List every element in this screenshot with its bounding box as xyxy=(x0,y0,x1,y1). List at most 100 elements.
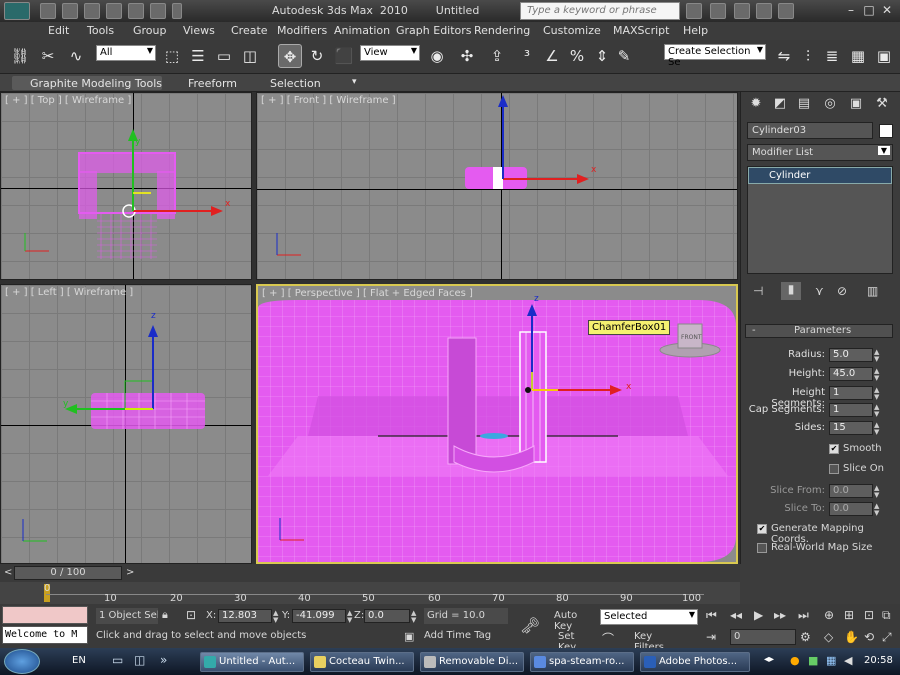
real-world-map-checkbox[interactable] xyxy=(757,543,767,553)
y-coordinate-field[interactable]: -41.099 ▲ ▼ xyxy=(292,609,352,624)
menu-group[interactable]: Group xyxy=(133,24,167,37)
make-unique-icon[interactable]: ⋎ xyxy=(815,284,824,298)
snaps-toggle-icon[interactable]: ³ xyxy=(515,44,539,68)
viewport-top[interactable]: x y [ + ] [ Top ] [ Wireframe ] xyxy=(0,92,252,280)
percent-snap-icon[interactable]: % xyxy=(565,44,589,68)
search-icon[interactable] xyxy=(686,3,702,19)
hold-icon[interactable] xyxy=(150,3,166,19)
play-icon[interactable]: ▶ xyxy=(754,608,763,622)
next-frame-icon[interactable]: ▸▸ xyxy=(774,608,786,622)
new-file-icon[interactable] xyxy=(40,3,56,19)
radius-spinner[interactable]: 5.0 ▲ ▼ xyxy=(829,348,879,363)
track-bar[interactable]: 0 10 20 30 40 50 60 70 80 90 100 xyxy=(0,582,740,604)
viewport-left[interactable]: y z [ + ] [ Left ] [ Wireframe ] xyxy=(0,284,252,564)
task-photoshop[interactable]: Adobe Photos... xyxy=(640,652,750,672)
height-segments-spinner[interactable]: 1 ▲ ▼ xyxy=(829,386,879,401)
viewport-label-front[interactable]: [ + ] [ Front ] [ Wireframe ] xyxy=(261,95,396,106)
angle-snap-icon[interactable]: ∠ xyxy=(540,44,564,68)
display-tab-icon[interactable]: ▣ xyxy=(845,96,867,116)
switch-windows-icon[interactable]: ◫ xyxy=(134,653,145,667)
menu-views[interactable]: Views xyxy=(183,24,215,37)
cap-segments-spinner[interactable]: 1 ▲ ▼ xyxy=(829,403,879,418)
task-cocteau-twins[interactable]: Cocteau Twin... xyxy=(310,652,414,672)
named-selection-set-dropdown[interactable]: Create Selection Se ▼ xyxy=(664,44,766,68)
sides-spinner[interactable]: 15 ▲ ▼ xyxy=(829,421,879,436)
menu-graph-editors[interactable]: Graph Editors xyxy=(396,24,472,37)
viewport-front[interactable]: x [ + ] [ Front ] [ Wireframe ] xyxy=(256,92,738,280)
task-removable-disk[interactable]: Removable Di... xyxy=(420,652,524,672)
subscription-icon[interactable] xyxy=(710,3,726,19)
show-desktop-icon[interactable]: ▭ xyxy=(112,653,123,667)
select-and-rotate-icon[interactable]: ↻ xyxy=(305,44,329,68)
render-setup-icon[interactable]: ▣ xyxy=(872,44,896,68)
maximize-viewport-icon[interactable]: ⤢ xyxy=(882,630,892,645)
minimize-icon[interactable]: – xyxy=(842,2,860,19)
x-coordinate-field[interactable]: 12.803 ▲ ▼ xyxy=(218,609,278,624)
undo-icon[interactable] xyxy=(106,3,122,19)
key-filters-button[interactable]: Key Filters... xyxy=(624,629,698,653)
modifier-stack[interactable]: Cylinder xyxy=(747,166,893,274)
task-3dsmax[interactable]: Untitled - Aut... xyxy=(200,652,304,672)
zoom-all-icon[interactable]: ⊞ xyxy=(844,608,854,622)
keyboard-shortcut-override-icon[interactable]: ⇪ xyxy=(485,44,509,68)
redo-icon[interactable] xyxy=(128,3,144,19)
spinner-snap-icon[interactable]: ⇕ xyxy=(590,44,614,68)
menu-create[interactable]: Create xyxy=(231,24,268,37)
time-configuration-icon[interactable]: ⚙ xyxy=(800,630,811,644)
viewport-label-perspective[interactable]: [ + ] [ Perspective ] [ Flat + Edged Fac… xyxy=(262,288,473,299)
pivot-center-icon[interactable]: ◉ xyxy=(425,44,449,68)
selection-lock-icon[interactable]: 🔒︎ xyxy=(162,608,168,622)
help-icon[interactable] xyxy=(778,3,794,19)
tray-arrows-icon[interactable]: ◂▸ xyxy=(764,654,774,665)
close-icon[interactable]: ✕ xyxy=(878,2,896,19)
select-manipulate-icon[interactable]: ✣ xyxy=(455,44,479,68)
quicklaunch-more-icon[interactable]: » xyxy=(160,653,167,667)
edit-named-selection-icon[interactable]: ✎ xyxy=(612,44,636,68)
menu-animation[interactable]: Animation xyxy=(334,24,390,37)
task-spa-steam[interactable]: spa-steam-ro... xyxy=(530,652,634,672)
open-file-icon[interactable] xyxy=(62,3,78,19)
hierarchy-tab-icon[interactable]: ▤ xyxy=(793,96,815,116)
maxscript-listener-pink[interactable] xyxy=(2,606,88,624)
zoom-extents-all-icon[interactable]: ⧉ xyxy=(882,608,891,623)
maxscript-listener[interactable]: Welcome to M xyxy=(2,626,88,644)
z-coordinate-field[interactable]: 0.0 ▲ ▼ xyxy=(364,609,416,624)
smooth-checkbox[interactable]: ✔ xyxy=(829,444,839,454)
pan-view-icon[interactable]: ✋ xyxy=(844,630,859,644)
graphite-toggle-icon[interactable]: ▦ xyxy=(846,44,870,68)
tray-network-icon[interactable]: ▦ xyxy=(826,654,836,667)
tray-volume-icon[interactable]: ◀ xyxy=(844,654,852,667)
slice-on-checkbox[interactable] xyxy=(829,464,839,474)
zoom-icon[interactable]: ⊕ xyxy=(824,608,834,622)
tray-icon-2[interactable]: ■ xyxy=(808,654,818,667)
utilities-tab-icon[interactable]: ⚒ xyxy=(871,96,893,116)
save-icon[interactable] xyxy=(84,3,100,19)
menu-customize[interactable]: Customize xyxy=(543,24,601,37)
modify-tab-icon[interactable]: ◩ xyxy=(769,96,791,116)
absolute-mode-icon[interactable]: ⊡ xyxy=(186,608,196,622)
tab-selection[interactable]: Selection xyxy=(270,77,321,90)
clock[interactable]: 20:58 xyxy=(864,655,893,666)
tray-firefox-icon[interactable]: ● xyxy=(790,654,800,667)
tab-freeform[interactable]: Freeform xyxy=(188,77,237,90)
language-indicator[interactable]: EN xyxy=(72,655,86,666)
default-tangents-icon[interactable]: ⌒ xyxy=(602,630,614,647)
set-key-button[interactable]: Set Key xyxy=(552,629,596,653)
viewport-label-left[interactable]: [ + ] [ Left ] [ Wireframe ] xyxy=(5,287,133,298)
pin-stack-icon[interactable]: ⊣ xyxy=(753,284,763,298)
time-tag-icon[interactable]: ▣ xyxy=(404,630,414,643)
select-object-icon[interactable]: ⬚ xyxy=(160,44,184,68)
height-spinner[interactable]: 45.0 ▲ ▼ xyxy=(829,367,879,382)
menu-help[interactable]: Help xyxy=(683,24,708,37)
app-logo-icon[interactable] xyxy=(4,2,30,20)
selection-filter-dropdown[interactable]: All ▼ xyxy=(96,45,156,61)
object-name-field[interactable]: Cylinder03 xyxy=(747,122,873,139)
viewport-label-top[interactable]: [ + ] [ Top ] [ Wireframe ] xyxy=(5,95,131,106)
orbit-icon[interactable]: ⟲ xyxy=(864,630,874,644)
zoom-extents-icon[interactable]: ⊡ xyxy=(864,608,874,622)
reference-coordinate-dropdown[interactable]: View ▼ xyxy=(360,45,420,61)
rectangular-selection-icon[interactable]: ▭ xyxy=(212,44,236,68)
select-and-move-icon[interactable]: ✥ xyxy=(278,44,302,68)
menu-tools[interactable]: Tools xyxy=(87,24,114,37)
select-and-scale-icon[interactable]: ⬛ xyxy=(332,44,356,68)
